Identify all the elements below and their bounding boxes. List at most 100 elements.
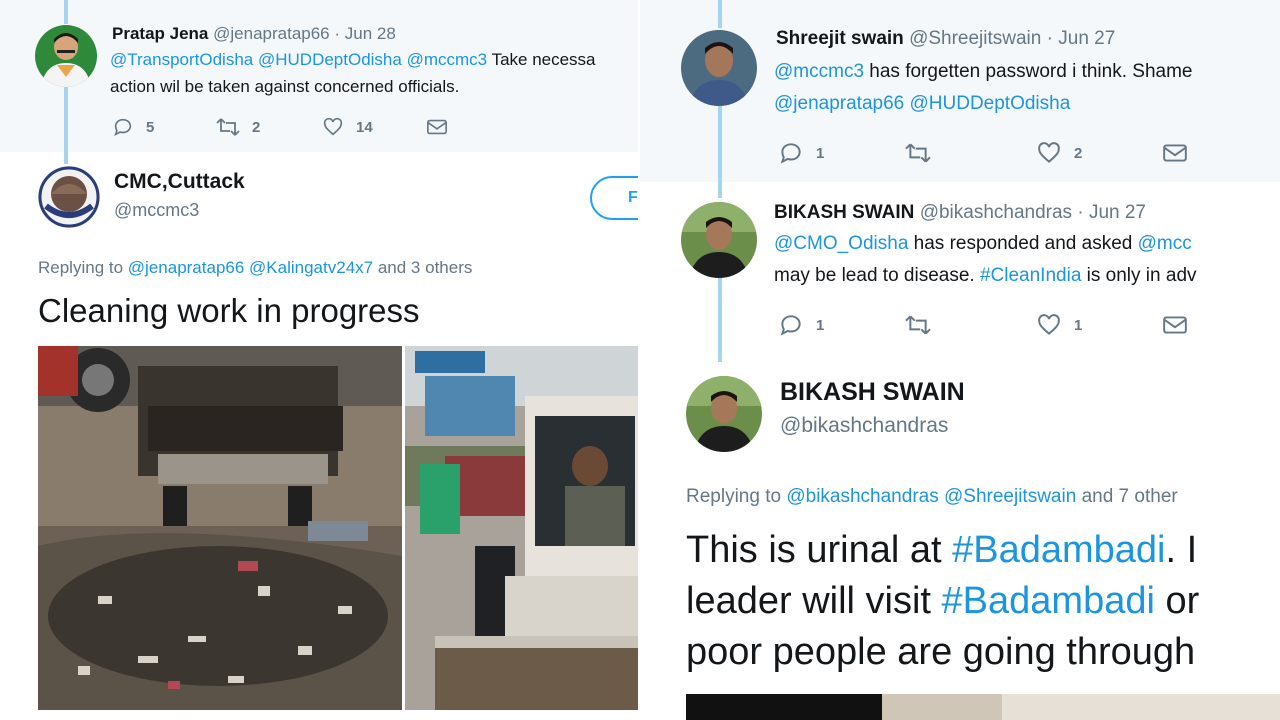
tweet-text-line2: may be lead to disease. #CleanIndia is o… <box>774 260 1197 292</box>
tweet-text: is only in adv <box>1086 265 1197 286</box>
tweet-text: Cleaning work in progress <box>38 292 420 329</box>
replying-others[interactable]: and 3 others <box>378 258 473 277</box>
retweet-icon <box>216 118 240 136</box>
dm-button[interactable] <box>426 114 448 140</box>
dm-button[interactable] <box>1162 140 1188 166</box>
thread-line <box>64 0 68 24</box>
mention-link[interactable]: @Shreejitswain <box>944 486 1076 507</box>
avatar[interactable] <box>686 376 762 452</box>
hashtag-link[interactable]: #Badambadi <box>952 529 1165 571</box>
author-handle[interactable]: @bikashchandras <box>920 202 1072 223</box>
tweet-text: . I <box>1165 529 1198 571</box>
thread-line <box>718 0 722 28</box>
reply-button[interactable]: 5 <box>112 114 154 140</box>
tweet-actions: 1 2 <box>778 140 1198 166</box>
like-count: 1 <box>1074 316 1083 334</box>
reply-tweet-pratap[interactable]: Pratap Jena @jenapratap66 · Jun 28 @Tran… <box>0 0 640 152</box>
tweet-header: Pratap Jena @jenapratap66 · Jun 28 <box>112 24 396 44</box>
tweet-actions: 5 2 14 <box>112 114 472 140</box>
tweet-text: leader will visit <box>686 580 931 622</box>
separator: · <box>334 24 341 43</box>
tweet-photo[interactable] <box>686 694 1280 720</box>
dm-button[interactable] <box>1162 312 1188 338</box>
replying-to: Replying to @bikashchandras @Shreejitswa… <box>686 486 1178 508</box>
avatar[interactable] <box>681 202 757 278</box>
author-handle[interactable]: @bikashchandras <box>780 414 948 438</box>
retweet-icon <box>905 143 931 163</box>
mention-link[interactable]: @jenapratap66 <box>774 93 904 114</box>
mention-link[interactable]: @Kalingatv24x7 <box>249 258 373 277</box>
mention-link[interactable]: @mcc <box>1138 233 1192 254</box>
retweet-button[interactable]: 2 <box>216 114 260 140</box>
tweet-text: Take necessa <box>491 50 596 69</box>
tweet-text-line1: @CMO_Odisha has responded and asked @mcc <box>774 228 1192 260</box>
author-name[interactable]: BIKASH SWAIN <box>780 378 965 407</box>
tweet-date[interactable]: Jun 27 <box>1089 202 1146 223</box>
tweet-text: or <box>1165 580 1200 622</box>
reply-count: 1 <box>816 316 825 334</box>
tweet-text: has forgetten password i think. Shame <box>869 61 1193 82</box>
reply-button[interactable]: 1 <box>778 140 824 166</box>
tweet-photo-1[interactable] <box>38 346 402 710</box>
thread-line <box>64 152 68 164</box>
dm-icon <box>1163 144 1187 162</box>
retweet-button[interactable] <box>904 312 944 338</box>
tweet-text-line3: poor people are going through <box>686 631 1196 673</box>
avatar[interactable] <box>681 30 757 106</box>
tweet-date[interactable]: Jun 27 <box>1058 28 1115 49</box>
thread-line <box>718 106 722 182</box>
tweet-text: This is urinal at <box>686 529 942 571</box>
like-icon <box>1038 142 1060 163</box>
replying-to: Replying to @jenapratap66 @Kalingatv24x7… <box>38 258 472 278</box>
retweet-count: 2 <box>252 118 261 136</box>
like-count: 14 <box>356 118 373 136</box>
follow-button[interactable]: F <box>590 176 640 220</box>
replying-others[interactable]: and 7 other <box>1082 486 1178 507</box>
retweet-icon <box>905 315 931 335</box>
left-screenshot: Pratap Jena @jenapratap66 · Jun 28 @Tran… <box>0 0 640 720</box>
tweet-text: has responded and asked <box>913 233 1133 254</box>
reply-tweet-bikash[interactable]: BIKASH SWAIN @bikashchandras · Jun 27 @C… <box>640 182 1280 362</box>
tweet-text-line1: @mccmc3 has forgetten password i think. … <box>774 56 1192 88</box>
tweet-date[interactable]: Jun 28 <box>345 24 396 43</box>
mention-link[interactable]: @mccmc3 <box>407 50 488 69</box>
author-name[interactable]: CMC,Cuttack <box>114 170 245 194</box>
author-handle[interactable]: @jenapratap66 <box>213 24 330 43</box>
mention-link[interactable]: @CMO_Odisha <box>774 233 908 254</box>
mention-link[interactable]: @TransportOdisha <box>110 50 253 69</box>
reply-count: 5 <box>146 118 155 136</box>
avatar[interactable] <box>38 166 100 228</box>
reply-icon <box>114 118 132 136</box>
mention-link[interactable]: @HUDDeptOdisha <box>258 50 402 69</box>
tweet-photo-2[interactable] <box>405 346 640 710</box>
tweet-text-line2: leader will visit #Badambadi or <box>686 575 1199 627</box>
mention-link[interactable]: @bikashchandras <box>786 486 938 507</box>
mention-link[interactable]: @jenapratap66 <box>128 258 245 277</box>
thread-line <box>718 278 722 362</box>
like-icon <box>1038 314 1060 335</box>
avatar[interactable] <box>35 25 97 87</box>
like-button[interactable]: 14 <box>322 114 373 140</box>
reply-icon <box>780 143 801 164</box>
author-name[interactable]: Pratap Jena <box>112 24 208 43</box>
reply-button[interactable]: 1 <box>778 312 824 338</box>
author-name[interactable]: BIKASH SWAIN <box>774 202 914 223</box>
hashtag-link[interactable]: #CleanIndia <box>980 265 1081 286</box>
like-button[interactable]: 1 <box>1036 312 1082 338</box>
tweet-text-line1: This is urinal at #Badambadi. I <box>686 524 1197 576</box>
reply-tweet-shreejit[interactable]: Shreejit swain @Shreejitswain · Jun 27 @… <box>640 0 1280 182</box>
tweet-text: may be lead to disease. <box>774 265 975 286</box>
mention-link[interactable]: @HUDDeptOdisha <box>910 93 1071 114</box>
like-button[interactable]: 2 <box>1036 140 1082 166</box>
author-handle[interactable]: @mccmc3 <box>114 200 199 221</box>
tweet-header: Shreejit swain @Shreejitswain · Jun 27 <box>776 28 1115 50</box>
hashtag-link[interactable]: #Badambadi <box>942 580 1155 622</box>
author-name[interactable]: Shreejit swain <box>776 28 904 49</box>
retweet-button[interactable] <box>904 140 944 166</box>
author-handle[interactable]: @Shreejitswain <box>909 28 1041 49</box>
mention-link[interactable]: @mccmc3 <box>774 61 864 82</box>
tweet-text-line2: action wil be taken against concerned of… <box>110 77 460 96</box>
reply-count: 1 <box>816 144 825 162</box>
separator: · <box>1077 202 1084 223</box>
thread-line <box>64 86 68 152</box>
